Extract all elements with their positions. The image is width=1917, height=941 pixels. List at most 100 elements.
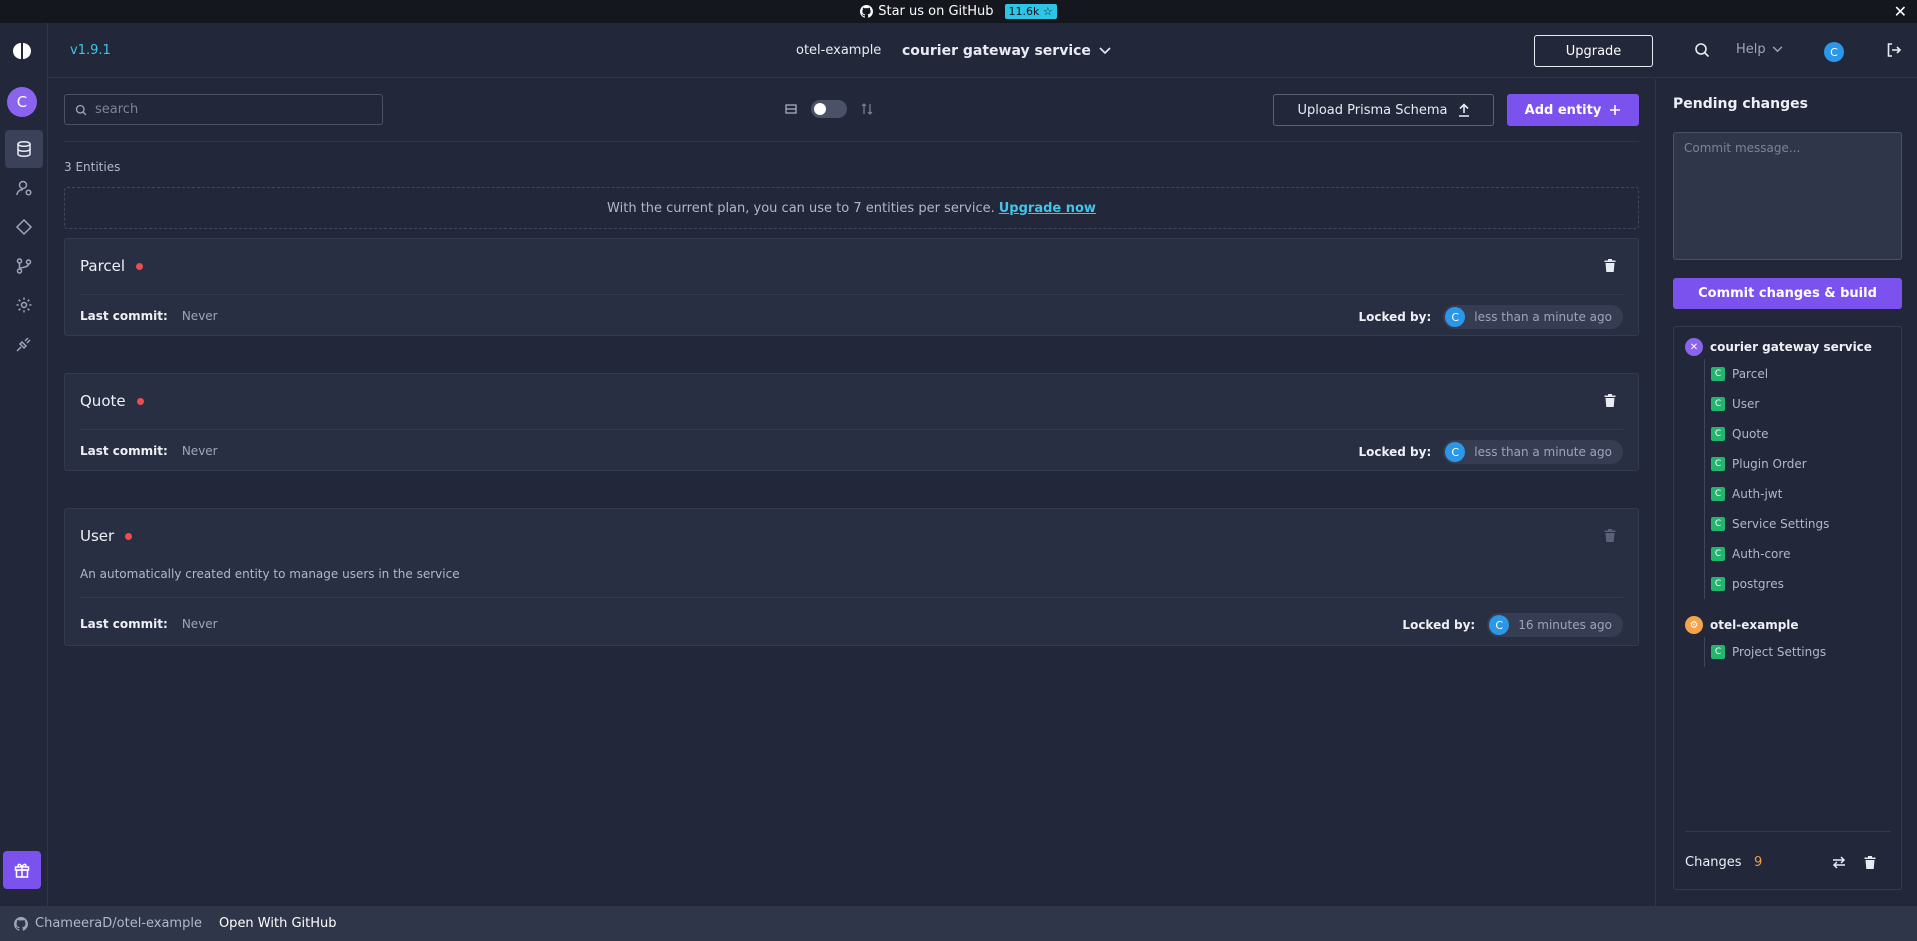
github-star-count: 11.6k ☆ xyxy=(1004,4,1057,19)
top-header: v1.9.1 otel-example courier gateway serv… xyxy=(48,23,1917,78)
list-view-icon[interactable] xyxy=(785,103,797,115)
card-divider xyxy=(80,294,1623,295)
pending-change-dot xyxy=(136,397,144,405)
user-avatar[interactable]: C xyxy=(1824,42,1844,62)
change-group-title[interactable]: ⚙ otel-example xyxy=(1685,616,1799,634)
locked-by-label: Locked by: xyxy=(1358,310,1432,324)
entity-card-quote[interactable]: Quote Last commit: Never Locked by: C le… xyxy=(64,373,1639,471)
version-label: v1.9.1 xyxy=(70,43,111,58)
entity-card-user[interactable]: User An automatically created entity to … xyxy=(64,508,1639,646)
last-commit-value: Never xyxy=(181,444,218,458)
divider xyxy=(1685,831,1891,832)
entity-name[interactable]: Parcel xyxy=(80,257,125,275)
entity-count: 3 Entities xyxy=(64,160,121,174)
delete-entity-trash-icon[interactable] xyxy=(1604,259,1616,272)
change-item-label: Quote xyxy=(1732,427,1769,441)
upload-prisma-schema-button[interactable]: Upload Prisma Schema xyxy=(1273,94,1494,126)
last-commit-label: Last commit: xyxy=(80,444,168,458)
change-item[interactable]: Cpostgres xyxy=(1711,569,1829,599)
connections-plug-icon[interactable] xyxy=(5,325,43,363)
change-item-label: Service Settings xyxy=(1732,517,1830,531)
github-icon xyxy=(860,5,874,18)
left-rail: C xyxy=(0,23,48,906)
change-item[interactable]: C User xyxy=(1711,389,1829,419)
compare-changes-icon[interactable] xyxy=(1832,856,1846,869)
pending-changes-panel: Pending changes Commit changes & build ✕… xyxy=(1655,79,1917,906)
locked-by-pill: C less than a minute ago xyxy=(1443,305,1623,329)
change-item[interactable]: C Parcel xyxy=(1711,359,1829,389)
divider xyxy=(64,141,1639,142)
settings-gear-icon[interactable] xyxy=(5,286,43,324)
last-commit-label: Last commit: xyxy=(80,617,168,631)
add-entity-button[interactable]: Add entity xyxy=(1507,94,1639,126)
open-with-github-link[interactable]: Open With GitHub xyxy=(219,916,337,931)
help-label: Help xyxy=(1736,42,1766,57)
relations-view-icon[interactable] xyxy=(861,103,873,115)
service-selector[interactable]: courier gateway service xyxy=(902,43,1111,59)
github-star-link[interactable]: Star us on GitHub 11.6k ☆ xyxy=(860,4,1057,19)
plan-limit-note: With the current plan, you can use to 7 … xyxy=(64,187,1639,229)
amplication-logo-icon[interactable] xyxy=(12,41,32,61)
locked-by-pill: C 16 minutes ago xyxy=(1487,613,1623,637)
last-commit-label: Last commit: xyxy=(80,309,168,323)
project-name[interactable]: otel-example xyxy=(796,43,881,58)
close-icon[interactable]: ✕ xyxy=(1894,2,1907,21)
view-toggle-group xyxy=(785,100,873,118)
entity-name[interactable]: Quote xyxy=(80,392,126,410)
entity-name[interactable]: User xyxy=(80,527,114,545)
search-input[interactable] xyxy=(95,102,375,117)
change-item[interactable]: C Auth-core xyxy=(1711,539,1829,569)
change-item[interactable]: C Plugin Order xyxy=(1711,449,1829,479)
workspace-avatar[interactable]: C xyxy=(7,87,37,117)
roles-nav-icon[interactable] xyxy=(5,169,43,207)
change-item[interactable]: C Project Settings xyxy=(1711,637,1826,667)
service-icon: ✕ xyxy=(1685,338,1703,356)
github-star-text: Star us on GitHub xyxy=(878,4,994,19)
delete-entity-trash-icon[interactable] xyxy=(1604,394,1616,407)
commit-changes-button[interactable]: Commit changes & build xyxy=(1673,278,1902,309)
entities-nav-icon[interactable] xyxy=(5,130,43,168)
gift-icon[interactable] xyxy=(3,851,41,889)
search-icon[interactable] xyxy=(1694,42,1710,58)
pending-change-dot xyxy=(125,532,133,540)
upload-label: Upload Prisma Schema xyxy=(1297,102,1448,118)
commit-message-input[interactable] xyxy=(1673,132,1902,260)
logout-icon[interactable] xyxy=(1886,42,1902,58)
view-mode-toggle[interactable] xyxy=(811,100,847,118)
created-badge: C xyxy=(1711,547,1725,561)
user-avatar: C xyxy=(1489,615,1510,635)
upgrade-button[interactable]: Upgrade xyxy=(1534,35,1653,67)
upgrade-now-link[interactable]: Upgrade now xyxy=(999,201,1096,216)
locked-by-label: Locked by: xyxy=(1402,618,1476,632)
entity-description: An automatically created entity to manag… xyxy=(80,567,460,581)
discard-changes-trash-icon[interactable] xyxy=(1864,856,1876,869)
chevron-down-icon xyxy=(1099,47,1111,55)
created-badge: C xyxy=(1711,427,1725,441)
help-menu[interactable]: Help xyxy=(1736,42,1783,57)
created-badge: C xyxy=(1711,397,1725,411)
change-item-label: Project Settings xyxy=(1732,645,1827,659)
search-box[interactable] xyxy=(64,94,383,125)
pending-change-dot xyxy=(136,262,144,270)
user-avatar: C xyxy=(1445,307,1466,327)
change-item[interactable]: C Auth-jwt xyxy=(1711,479,1829,509)
locked-time: less than a minute ago xyxy=(1474,445,1612,459)
change-item-label: Plugin Order xyxy=(1732,457,1807,471)
github-icon xyxy=(14,916,28,931)
commits-nav-icon[interactable] xyxy=(5,247,43,285)
locked-by-info: Locked by: C less than a minute ago xyxy=(1358,440,1623,464)
upload-icon xyxy=(1458,103,1470,117)
plugins-nav-icon[interactable] xyxy=(5,208,43,246)
locked-by-info: Locked by: C 16 minutes ago xyxy=(1402,613,1623,637)
change-item-label: Auth-jwt xyxy=(1732,487,1783,501)
change-item[interactable]: C Quote xyxy=(1711,419,1829,449)
locked-time: 16 minutes ago xyxy=(1518,618,1612,632)
created-badge: C xyxy=(1711,457,1725,471)
entity-card-parcel[interactable]: Parcel Last commit: Never Locked by: C l… xyxy=(64,238,1639,336)
change-group-title[interactable]: ✕ courier gateway service xyxy=(1685,338,1872,356)
plan-note-text: With the current plan, you can use to 7 … xyxy=(607,200,995,216)
user-avatar: C xyxy=(1445,442,1466,462)
change-item[interactable]: C Service Settings xyxy=(1711,509,1829,539)
change-item-label: User xyxy=(1732,397,1760,411)
changes-count: 9 xyxy=(1754,855,1763,870)
